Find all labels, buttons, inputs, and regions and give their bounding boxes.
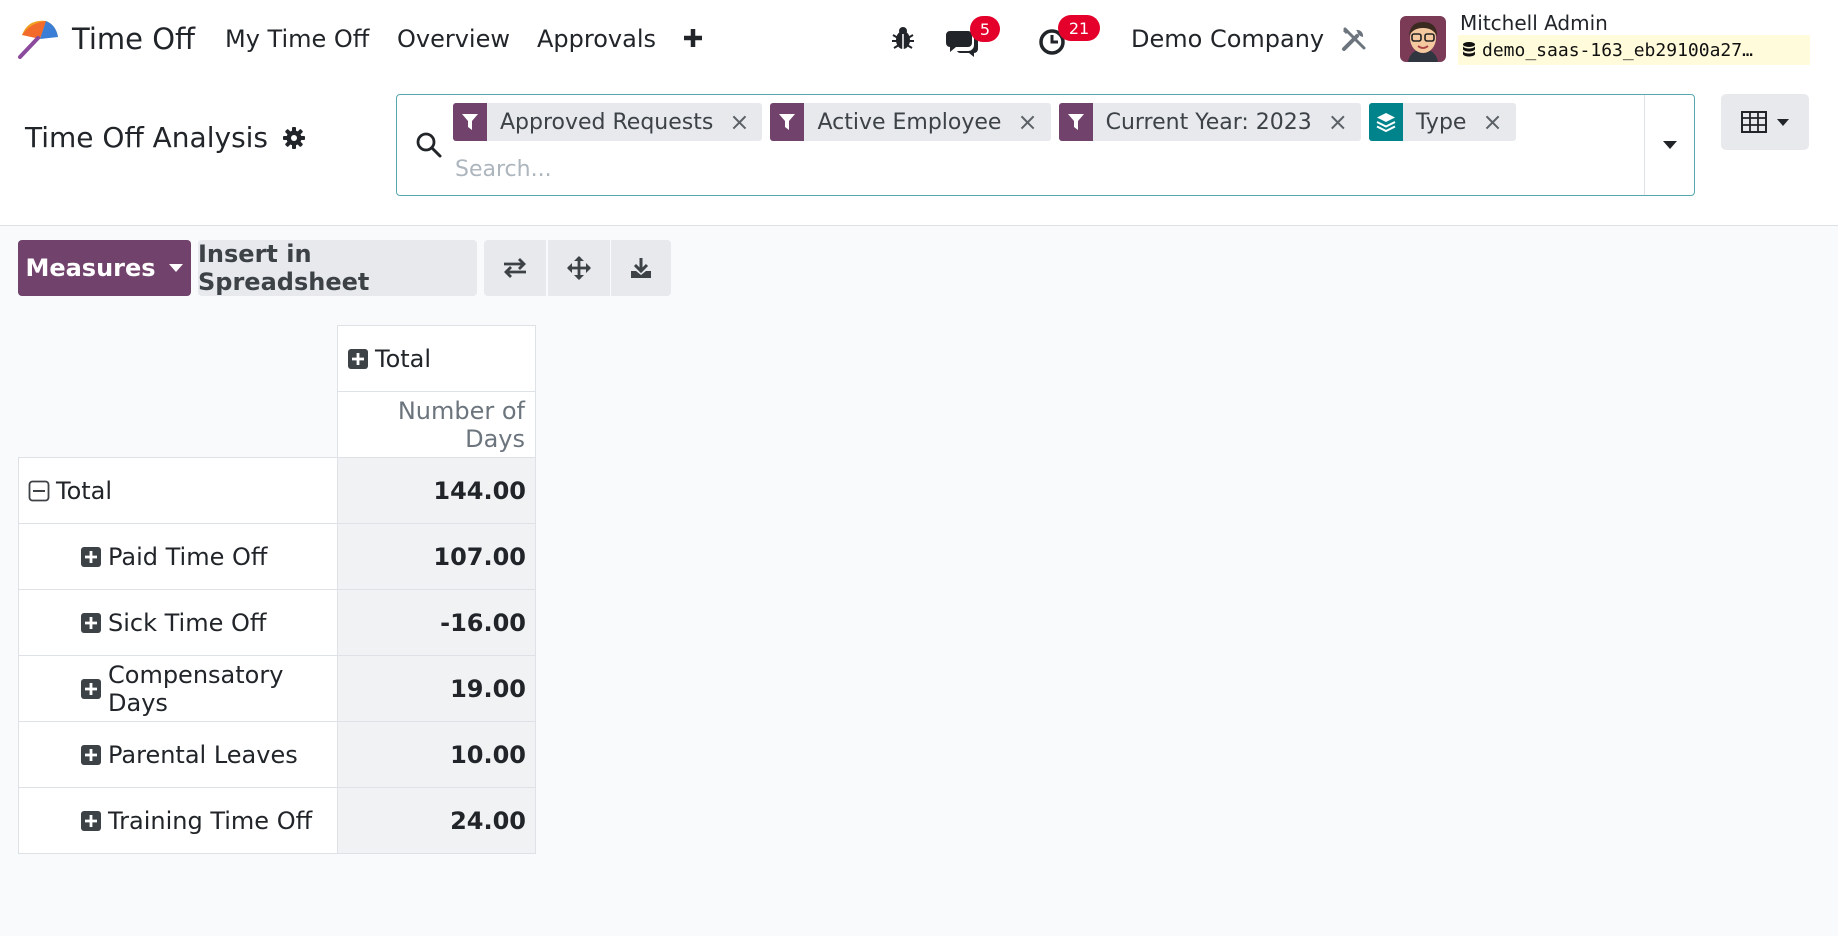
minus-square-icon — [28, 480, 50, 502]
exchange-arrows-icon — [504, 258, 526, 278]
facet-label: Active Employee — [817, 109, 1002, 135]
pivot-row-header-total[interactable]: Total — [18, 457, 338, 524]
pivot-row-label: Paid Time Off — [108, 542, 268, 571]
pivot-row: Paid Time Off 107.00 — [18, 523, 536, 590]
facet-label: Approved Requests — [500, 109, 714, 135]
facet-label: Type — [1415, 109, 1467, 135]
search-options-toggle[interactable] — [1644, 95, 1694, 195]
pivot-table: Total Number of Days Total 144.00 Paid T… — [18, 325, 536, 854]
pivot-row-label: Compensatory Days — [108, 660, 284, 717]
pivot-row-label: Total — [56, 476, 113, 505]
database-name: demo_saas-163_eb29100a27… — [1458, 35, 1810, 65]
pivot-table-icon — [1740, 111, 1767, 133]
pivot-cell[interactable]: -16.00 — [337, 589, 536, 656]
control-panel: Time Off Analysis Approved Requests × Ac… — [0, 78, 1838, 226]
menu-overview[interactable]: Overview — [397, 20, 510, 58]
expand-all-button[interactable] — [548, 240, 610, 296]
download-xlsx-button[interactable] — [611, 240, 671, 296]
search-icon — [415, 131, 443, 159]
pivot-row: Training Time Off 24.00 — [18, 787, 536, 854]
facet-remove-button[interactable]: × — [719, 108, 762, 136]
company-switcher[interactable]: Demo Company — [1131, 20, 1324, 58]
measures-button[interactable]: Measures — [18, 240, 191, 296]
pivot-row-header-parental-leaves[interactable]: Parental Leaves — [18, 721, 338, 788]
search-bar: Approved Requests × Active Employee × Cu… — [396, 94, 1695, 196]
facet-remove-button[interactable]: × — [1007, 108, 1050, 136]
pivot-row-header-training-time-off[interactable]: Training Time Off — [18, 787, 338, 854]
activities-count-badge: 21 — [1058, 15, 1100, 41]
plus-square-icon — [80, 546, 102, 568]
pivot-cell[interactable]: 24.00 — [337, 787, 536, 854]
pivot-row-label: Training Time Off — [108, 806, 313, 835]
filter-icon — [1058, 103, 1093, 141]
activities-clock-icon[interactable]: 21 — [1036, 15, 1100, 58]
pivot-corner — [18, 325, 338, 392]
menu-my-time-off[interactable]: My Time Off — [225, 20, 369, 58]
caret-down-icon — [1776, 118, 1789, 126]
pivot-row-header-sick-time-off[interactable]: Sick Time Off — [18, 589, 338, 656]
pivot-row: Sick Time Off -16.00 — [18, 589, 536, 656]
facet-active-employee: Active Employee × — [770, 103, 1051, 141]
facet-label: Current Year: 2023 — [1105, 109, 1312, 135]
facet-groupby-type: Type × — [1368, 103, 1516, 141]
user-name[interactable]: Mitchell Admin — [1460, 9, 1608, 37]
caret-down-icon — [1662, 141, 1677, 149]
breadcrumb: Time Off Analysis — [25, 121, 306, 154]
arrows-move-icon — [567, 256, 591, 280]
messages-chat-icon[interactable]: 5 — [946, 16, 1000, 59]
pivot-cell[interactable]: 107.00 — [337, 523, 536, 590]
pivot-cell[interactable]: 19.00 — [337, 655, 536, 722]
pivot-row-header-compensatory-days[interactable]: Compensatory Days — [18, 655, 338, 722]
pivot-row: Compensatory Days 19.00 — [18, 655, 536, 722]
flip-axis-button[interactable] — [484, 240, 546, 296]
facet-remove-button[interactable]: × — [1318, 108, 1361, 136]
pivot-measure-header[interactable]: Number of Days — [337, 391, 536, 458]
tools-wrench-icon[interactable] — [1341, 26, 1367, 52]
page-title: Time Off Analysis — [25, 121, 269, 154]
plus-square-icon — [80, 678, 102, 700]
top-navbar: Time Off My Time Off Overview Approvals … — [0, 0, 1838, 78]
new-menu-plus-icon[interactable] — [682, 24, 706, 52]
facet-approved-requests: Approved Requests × — [453, 103, 763, 141]
plus-square-icon — [80, 810, 102, 832]
pivot-row-header-paid-time-off[interactable]: Paid Time Off — [18, 523, 338, 590]
search-facets: Approved Requests × Active Employee × Cu… — [453, 103, 1524, 141]
filter-icon — [770, 103, 805, 141]
pivot-col-header-label: Total — [375, 344, 432, 373]
pivot-row-label: Parental Leaves — [108, 740, 298, 769]
gear-icon[interactable] — [282, 126, 306, 150]
search-input[interactable] — [455, 149, 1605, 189]
pivot-row-label: Sick Time Off — [108, 608, 267, 637]
plus-square-icon — [347, 348, 369, 370]
insert-in-spreadsheet-button[interactable]: Insert in Spreadsheet — [198, 240, 477, 296]
groupby-layers-icon — [1368, 103, 1403, 141]
plus-square-icon — [80, 744, 102, 766]
pivot-row: Parental Leaves 10.00 — [18, 721, 536, 788]
plus-square-icon — [80, 612, 102, 634]
database-icon — [1463, 42, 1475, 57]
view-switcher-button[interactable] — [1721, 94, 1809, 150]
messages-count-badge: 5 — [970, 16, 1000, 42]
facet-remove-button[interactable]: × — [1472, 108, 1515, 136]
debug-bug-icon[interactable] — [891, 25, 915, 51]
pivot-cell[interactable]: 10.00 — [337, 721, 536, 788]
pivot-cell-total[interactable]: 144.00 — [337, 457, 536, 524]
app-name[interactable]: Time Off — [72, 20, 195, 58]
pivot-col-header-total[interactable]: Total — [337, 325, 536, 392]
download-icon — [631, 258, 651, 278]
time-off-app-logo[interactable] — [16, 17, 60, 59]
pivot-corner — [18, 391, 338, 458]
caret-down-icon — [168, 264, 183, 272]
measures-label: Measures — [25, 254, 156, 282]
pivot-row-total: Total 144.00 — [18, 457, 536, 524]
database-name-text: demo_saas-163_eb29100a27… — [1482, 39, 1753, 61]
facet-current-year: Current Year: 2023 × — [1058, 103, 1361, 141]
user-avatar[interactable] — [1400, 16, 1446, 62]
menu-approvals[interactable]: Approvals — [537, 20, 656, 58]
filter-icon — [453, 103, 487, 141]
